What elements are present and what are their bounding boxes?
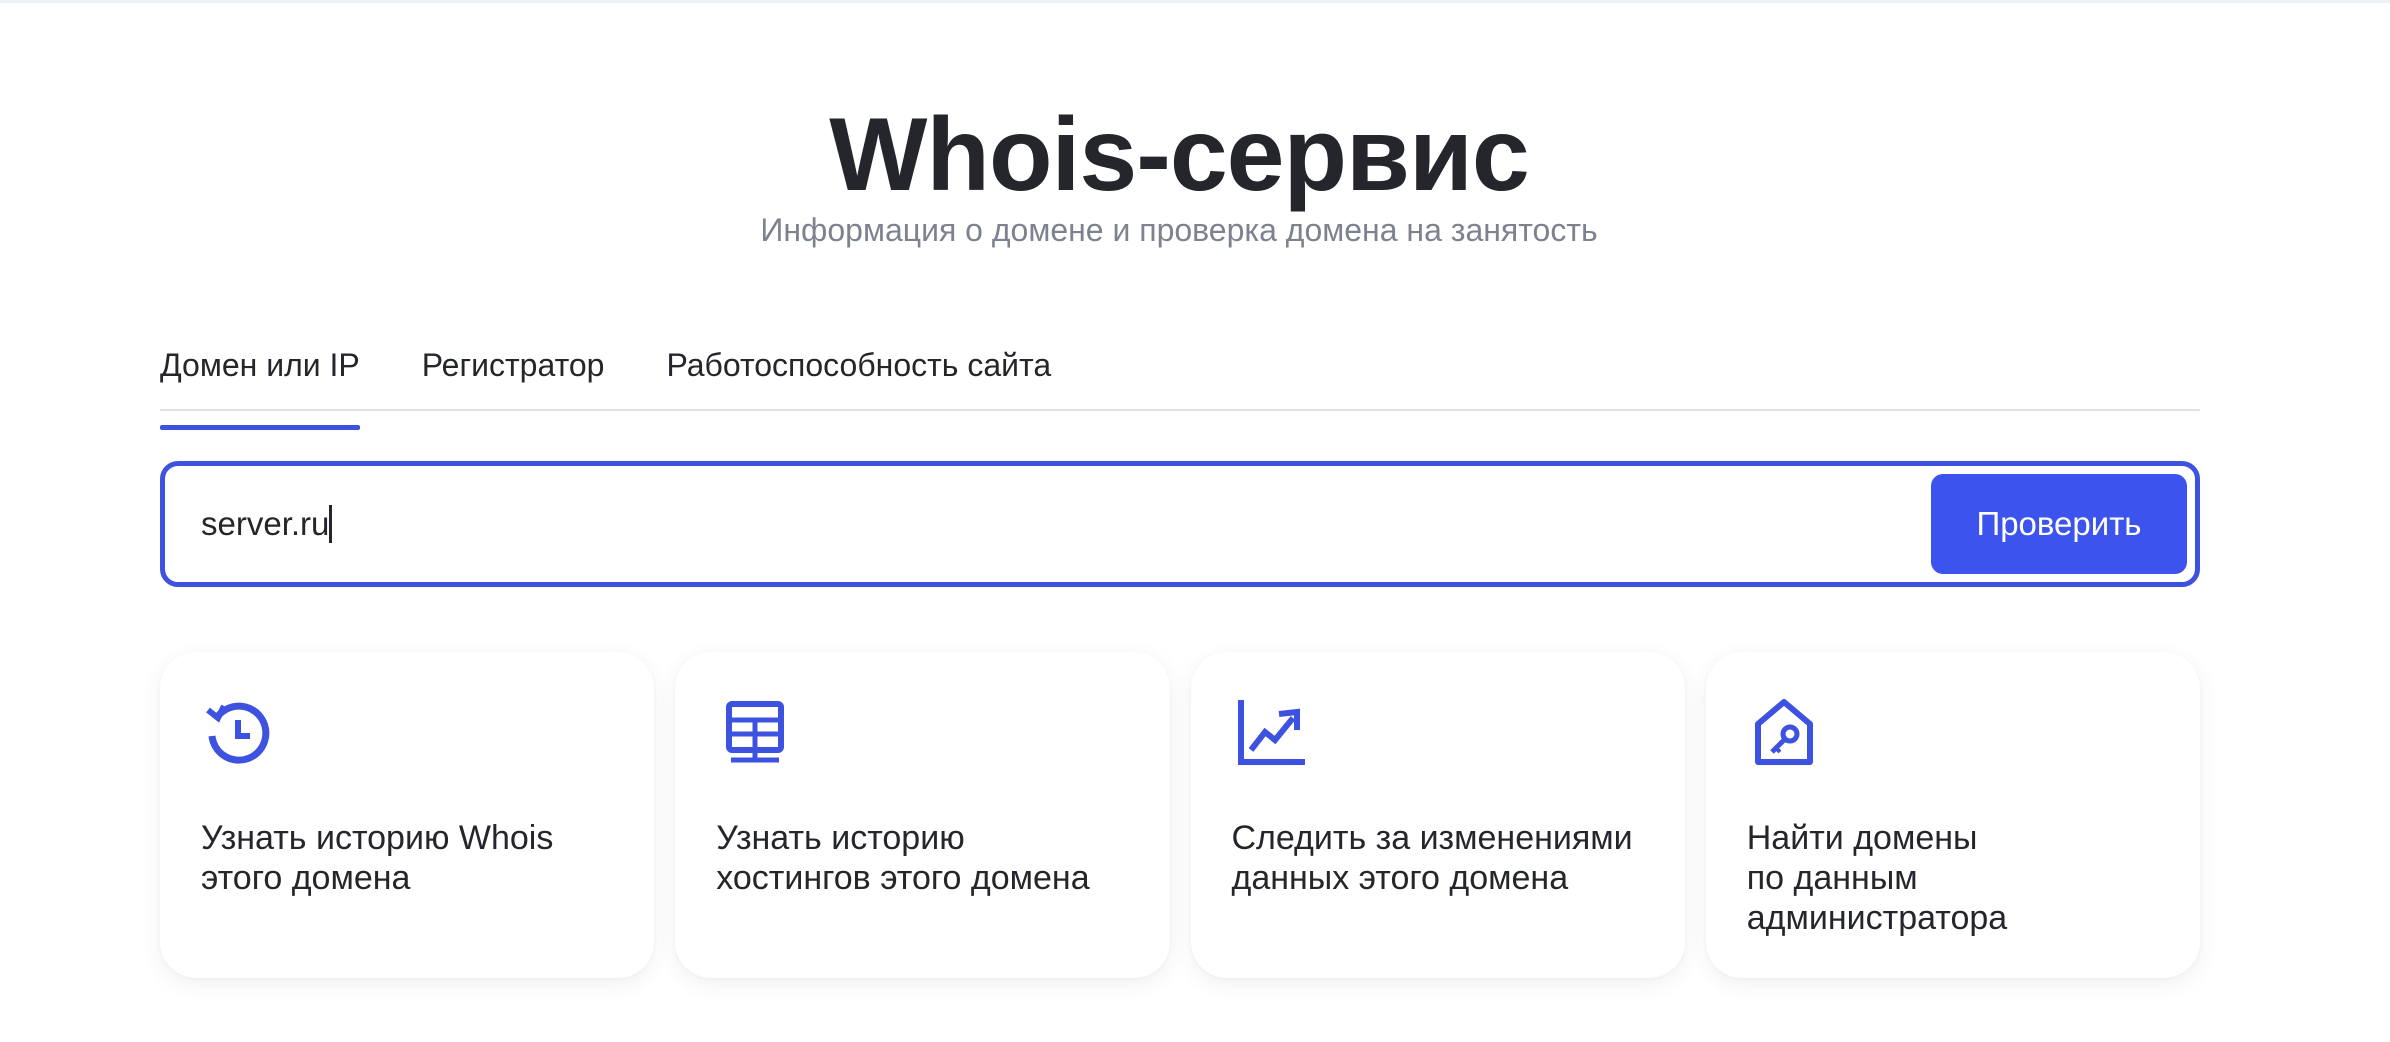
text-caret xyxy=(329,505,333,543)
search-box: server.ru Проверить xyxy=(160,461,2200,587)
history-icon xyxy=(206,702,270,764)
server-icon xyxy=(726,701,785,763)
card-text: Найти домены по данным администратора xyxy=(1746,819,2008,937)
tab-site-availability[interactable]: Работоспособность сайта xyxy=(666,340,1051,409)
feature-cards: Узнать историю Whois этого домена Узнать… xyxy=(160,652,2200,978)
tab-registrar[interactable]: Регистратор xyxy=(422,340,605,409)
top-divider xyxy=(0,0,2390,3)
tab-bar: Домен или IP Регистратор Работоспособнос… xyxy=(160,340,2200,430)
house-key-icon xyxy=(1754,699,1813,765)
chart-trend-icon xyxy=(1237,700,1305,765)
tab-domain-or-ip[interactable]: Домен или IP xyxy=(160,340,360,430)
check-button[interactable]: Проверить xyxy=(1931,474,2187,574)
card-text: Узнать историю Whois этого домена xyxy=(201,819,554,897)
whois-page: Whois-сервис Информация о домене и прове… xyxy=(0,0,2390,1042)
card-find-by-admin[interactable]: Найти домены по данным администратора xyxy=(1705,652,2200,978)
page-subtitle: Информация о домене и проверка домена на… xyxy=(760,212,1598,248)
page-title: Whois-сервис xyxy=(829,97,1530,213)
card-text: Узнать историю хостингов этого домена xyxy=(716,819,1090,897)
card-hosting-history[interactable]: Узнать историю хостингов этого домена xyxy=(675,652,1170,978)
card-whois-history[interactable]: Узнать историю Whois этого домена xyxy=(160,652,655,978)
card-text: Следить за изменениями данных этого доме… xyxy=(1231,819,1633,897)
search-input[interactable]: server.ru xyxy=(201,505,329,543)
search-input-wrapper[interactable]: server.ru xyxy=(201,490,333,558)
card-track-changes[interactable]: Следить за изменениями данных этого доме… xyxy=(1190,652,1685,978)
